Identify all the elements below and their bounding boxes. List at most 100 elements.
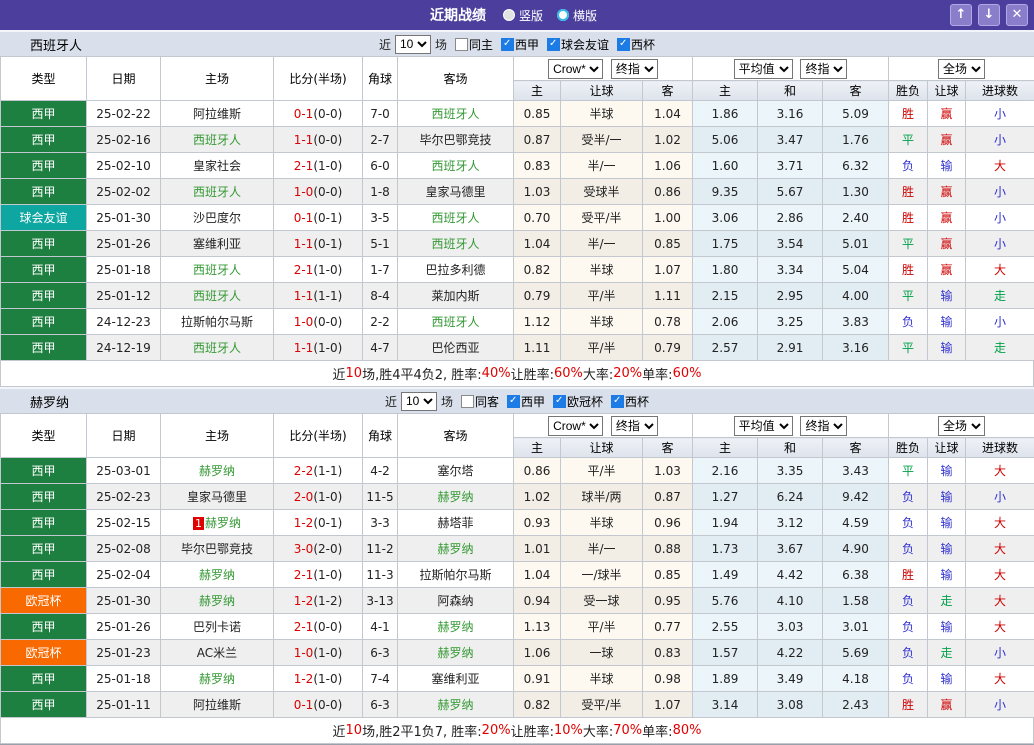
matches-label: 场 <box>441 393 453 410</box>
score: 1-1(0-0) <box>274 127 363 153</box>
result-wdl: 胜 <box>889 205 928 231</box>
avg-select[interactable]: 平均值 <box>734 59 793 79</box>
scroll-down-button[interactable]: ↓ <box>978 4 1000 26</box>
result-goals: 大 <box>966 562 1034 588</box>
result-wdl: 负 <box>889 614 928 640</box>
avg-lose-odds: 4.00 <box>823 283 889 309</box>
avg-win-odds: 5.76 <box>693 588 758 614</box>
home-team: 塞维利亚 <box>161 231 274 257</box>
league-badge: 西甲 <box>1 101 87 127</box>
result-goals: 大 <box>966 588 1034 614</box>
avg-draw-odds: 2.86 <box>758 205 823 231</box>
corners: 11-3 <box>363 562 398 588</box>
result-handicap: 赢 <box>928 101 966 127</box>
odds-stage-select[interactable]: 终指 <box>611 416 658 436</box>
home-odds: 0.87 <box>514 127 561 153</box>
result-wdl: 负 <box>889 640 928 666</box>
away-odds: 0.98 <box>643 666 693 692</box>
laliga-checkbox[interactable] <box>507 395 520 408</box>
avg-lose-odds: 3.83 <box>823 309 889 335</box>
sub-avg-lose: 客 <box>823 438 889 458</box>
same-venue-checkbox[interactable] <box>461 395 474 408</box>
col-corner-header: 角球 <box>363 414 398 458</box>
result-handicap: 输 <box>928 614 966 640</box>
cup-checkbox[interactable] <box>611 395 624 408</box>
away-team: 赫罗纳 <box>398 536 514 562</box>
away-team: 阿森纳 <box>398 588 514 614</box>
close-button[interactable]: ✕ <box>1006 4 1028 26</box>
scroll-up-button[interactable]: ↑ <box>950 4 972 26</box>
avg-draw-odds: 3.25 <box>758 309 823 335</box>
match-count-select[interactable]: 10 <box>395 35 431 54</box>
bookmaker-select[interactable]: Crow* <box>548 416 603 436</box>
section-header-girona: 赫罗纳 近 10 场 同客 西甲 欧冠杯 西杯 <box>0 387 1034 413</box>
away-odds: 0.79 <box>643 335 693 361</box>
cup-checkbox[interactable] <box>617 38 630 51</box>
league-badge: 西甲 <box>1 179 87 205</box>
corners: 3-13 <box>363 588 398 614</box>
home-team: 西班牙人 <box>161 179 274 205</box>
result-wdl: 负 <box>889 666 928 692</box>
away-team: 塞维利亚 <box>398 666 514 692</box>
league-badge: 西甲 <box>1 283 87 309</box>
vertical-radio-icon[interactable] <box>503 9 515 21</box>
match-count-select[interactable]: 10 <box>401 392 437 411</box>
home-odds: 1.04 <box>514 231 561 257</box>
odds-stage-select[interactable]: 终指 <box>611 59 658 79</box>
avg-lose-odds: 2.43 <box>823 692 889 718</box>
avg-win-odds: 3.06 <box>693 205 758 231</box>
summary-text: 大率: <box>583 364 613 383</box>
away-odds: 0.85 <box>643 231 693 257</box>
result-handicap: 赢 <box>928 692 966 718</box>
horizontal-radio-icon[interactable] <box>557 9 569 21</box>
score: 2-1(1-0) <box>274 257 363 283</box>
score: 1-0(0-0) <box>274 309 363 335</box>
away-odds: 1.02 <box>643 127 693 153</box>
ucl-label: 欧冠杯 <box>567 393 603 410</box>
home-odds: 0.79 <box>514 283 561 309</box>
ucl-checkbox[interactable] <box>553 395 566 408</box>
corners: 7-4 <box>363 666 398 692</box>
avg-draw-odds: 4.42 <box>758 562 823 588</box>
away-team: 莱加内斯 <box>398 283 514 309</box>
sub-goals: 进球数 <box>966 81 1034 101</box>
scope-select[interactable]: 全场 <box>938 416 985 436</box>
layout-horizontal-option[interactable]: 横版 <box>557 7 597 24</box>
laliga-checkbox[interactable] <box>501 38 514 51</box>
result-handicap: 赢 <box>928 231 966 257</box>
sub-handicap: 让球 <box>561 81 643 101</box>
score: 1-0(1-0) <box>274 640 363 666</box>
avg-stage-select[interactable]: 终指 <box>800 59 847 79</box>
avg-stage-select[interactable]: 终指 <box>800 416 847 436</box>
avg-draw-odds: 2.95 <box>758 283 823 309</box>
corners: 7-0 <box>363 101 398 127</box>
league-badge: 西甲 <box>1 335 87 361</box>
result-handicap: 输 <box>928 335 966 361</box>
away-team: 赫罗纳 <box>398 640 514 666</box>
corners: 1-7 <box>363 257 398 283</box>
scope-select[interactable]: 全场 <box>938 59 985 79</box>
bookmaker-select[interactable]: Crow* <box>548 59 603 79</box>
match-date: 25-01-18 <box>87 257 161 283</box>
corners: 4-1 <box>363 614 398 640</box>
friendly-checkbox[interactable] <box>547 38 560 51</box>
layout-vertical-option[interactable]: 竖版 <box>503 7 543 24</box>
result-handicap: 输 <box>928 153 966 179</box>
match-row: 西甲25-02-04赫罗纳2-1(1-0)11-3拉斯帕尔马斯1.04一/球半0… <box>1 562 1034 588</box>
match-date: 25-02-04 <box>87 562 161 588</box>
avg-draw-odds: 5.67 <box>758 179 823 205</box>
result-wdl: 胜 <box>889 257 928 283</box>
match-row: 西甲25-02-02西班牙人1-0(0-0)1-8皇家马德里1.03受球半0.8… <box>1 179 1034 205</box>
avg-select[interactable]: 平均值 <box>734 416 793 436</box>
recent-label: 近 <box>379 36 391 53</box>
avg-draw-odds: 6.24 <box>758 484 823 510</box>
red-card-badge: 1 <box>193 517 204 530</box>
avg-draw-odds: 3.54 <box>758 231 823 257</box>
handicap: 受半/一 <box>561 127 643 153</box>
summary-text: 场,胜2平1负7, 胜率: <box>362 721 482 740</box>
result-goals: 小 <box>966 231 1034 257</box>
same-venue-checkbox[interactable] <box>455 38 468 51</box>
corners: 4-2 <box>363 458 398 484</box>
score: 3-0(2-0) <box>274 536 363 562</box>
filter-controls: 近 10 场 同客 西甲 欧冠杯 西杯 <box>385 392 649 411</box>
